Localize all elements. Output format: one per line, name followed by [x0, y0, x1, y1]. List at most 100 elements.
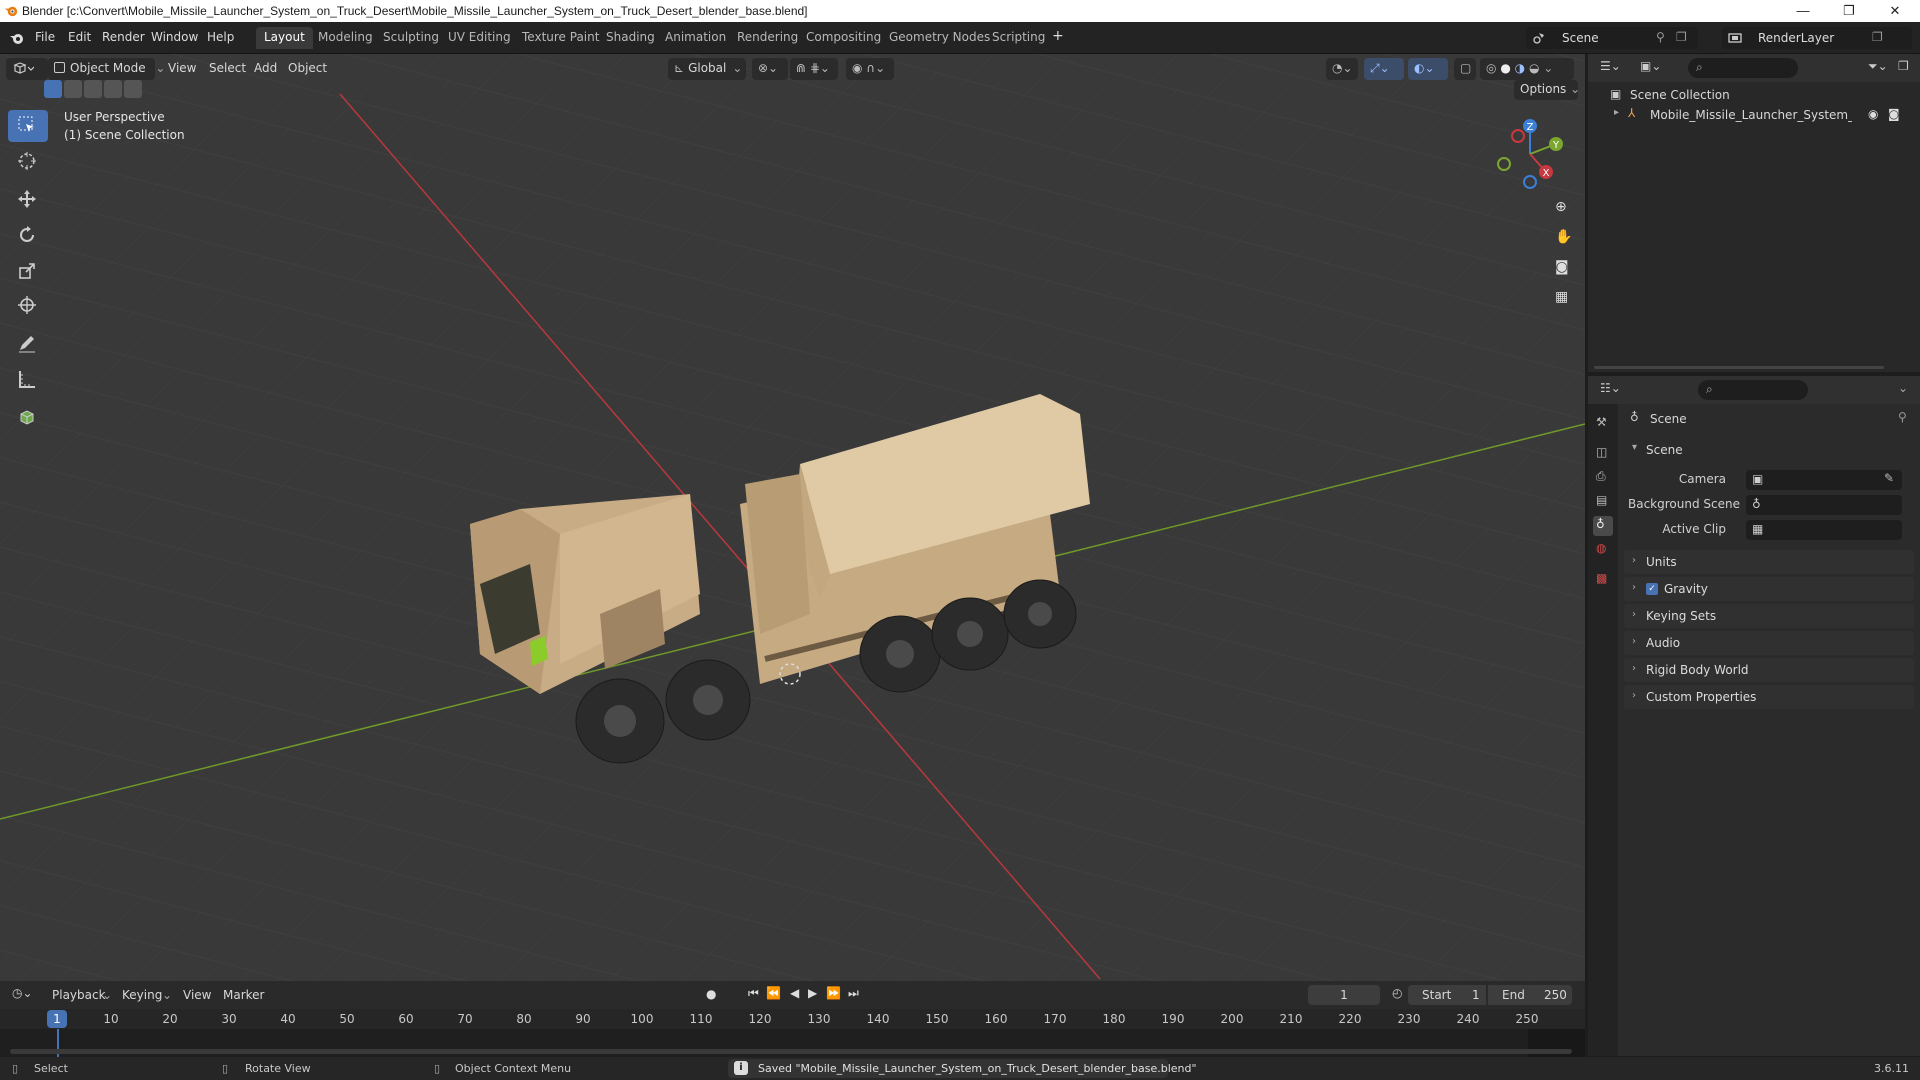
- filter-icon[interactable]: ⏷⌄: [1868, 59, 1888, 74]
- new-collection-icon[interactable]: ❐: [1898, 59, 1909, 73]
- panel-audio[interactable]: › Audio: [1624, 631, 1914, 655]
- chevron-down-icon[interactable]: ⌄: [1898, 381, 1908, 395]
- close-button[interactable]: ✕: [1872, 0, 1918, 22]
- timeline-menu-playback[interactable]: Playback: [52, 988, 106, 1002]
- 3d-viewport[interactable]: Object Mode ⌄ View Select Add Object ⊾ Gl…: [0, 54, 1585, 981]
- panel-scene-header[interactable]: ▾ Scene: [1624, 438, 1914, 462]
- tab-scene[interactable]: ♁: [1593, 516, 1613, 536]
- next-keyframe-icon[interactable]: ⏩: [826, 986, 841, 1000]
- rotate-tool[interactable]: [8, 220, 48, 252]
- camera-view-button[interactable]: ◙: [1548, 254, 1576, 282]
- pin-icon[interactable]: ⚲: [1898, 410, 1907, 424]
- eyedropper-icon[interactable]: ✎: [1884, 471, 1894, 485]
- menu-edit[interactable]: Edit: [68, 30, 91, 44]
- annotate-tool[interactable]: [8, 328, 48, 360]
- menu-help[interactable]: Help: [207, 30, 234, 44]
- object-mode-dropdown[interactable]: Object Mode ⌄: [48, 58, 165, 80]
- select-extend-icon[interactable]: [64, 80, 82, 98]
- play-icon[interactable]: ▶: [808, 986, 817, 1000]
- blender-menu-icon[interactable]: [8, 30, 26, 46]
- select-intersect-icon[interactable]: [124, 80, 142, 98]
- tab-output[interactable]: ⎙: [1593, 468, 1613, 488]
- move-tool[interactable]: [8, 184, 48, 216]
- menu-file[interactable]: File: [35, 30, 55, 44]
- end-frame-field[interactable]: End 250: [1488, 985, 1572, 1005]
- new-scene-icon[interactable]: ❐: [1676, 30, 1687, 44]
- display-mode-icon[interactable]: ▣⌄: [1640, 59, 1661, 73]
- tab-layout[interactable]: Layout: [256, 27, 313, 49]
- tab-uv-editing[interactable]: UV Editing: [440, 27, 519, 49]
- playhead-indicator[interactable]: 1: [47, 1010, 67, 1028]
- active-clip-field[interactable]: ▦: [1746, 520, 1902, 540]
- timeline-scrollbar[interactable]: [10, 1049, 1572, 1054]
- transform-orientation-dropdown[interactable]: ⊾ Global ⌄: [668, 58, 746, 80]
- panel-custom-properties[interactable]: › Custom Properties: [1624, 685, 1914, 709]
- properties-search-input[interactable]: ⌕: [1698, 380, 1808, 400]
- viewport-canvas[interactable]: [0, 54, 1585, 981]
- outliner-row-object[interactable]: ▸ ⅄ Mobile_Missile_Launcher_System_on_Tr…: [1610, 106, 1910, 126]
- panel-rigid-body-world[interactable]: › Rigid Body World: [1624, 658, 1914, 682]
- tab-shading[interactable]: Shading: [598, 27, 663, 49]
- new-view-layer-icon[interactable]: ❐: [1872, 30, 1883, 44]
- start-frame-field[interactable]: Start 1: [1408, 985, 1486, 1005]
- menu-render[interactable]: Render: [102, 30, 145, 44]
- options-dropdown[interactable]: Options ⌄: [1514, 80, 1580, 100]
- tab-modeling[interactable]: Modeling: [310, 27, 381, 49]
- measure-tool[interactable]: [8, 364, 48, 396]
- minimize-button[interactable]: —: [1780, 0, 1826, 22]
- panel-units[interactable]: › Units: [1624, 550, 1914, 574]
- zoom-button[interactable]: ⊕: [1548, 194, 1576, 222]
- tab-view-layer[interactable]: ▤: [1593, 492, 1613, 512]
- gravity-checkbox[interactable]: ✓: [1646, 583, 1658, 595]
- menu-window[interactable]: Window: [151, 30, 198, 44]
- tab-world[interactable]: ◍: [1593, 540, 1613, 560]
- solid-shading-icon[interactable]: ●: [1500, 61, 1510, 75]
- expand-arrow-icon[interactable]: ▸: [1614, 107, 1619, 118]
- select-box-tool[interactable]: [8, 110, 48, 142]
- add-workspace-button[interactable]: +: [1052, 28, 1064, 44]
- gizmo-toggle-button[interactable]: ⤢⌄: [1364, 58, 1404, 80]
- navigation-gizmo[interactable]: Z Y X: [1490, 114, 1570, 194]
- timeline-ruler[interactable]: 1 10 20 30 40 50 60 70 80 90 100 110 120…: [0, 1009, 1585, 1029]
- prev-keyframe-icon[interactable]: ⏪: [766, 986, 781, 1000]
- transform-tool[interactable]: [8, 290, 48, 322]
- jump-end-icon[interactable]: ⏭: [848, 986, 859, 1001]
- visibility-button[interactable]: ◔⌄: [1326, 58, 1358, 80]
- panel-keying-sets[interactable]: › Keying Sets: [1624, 604, 1914, 628]
- wireframe-shading-icon[interactable]: ◎: [1486, 61, 1496, 75]
- tab-scripting[interactable]: Scripting: [984, 27, 1053, 49]
- eye-icon[interactable]: ◉: [1868, 107, 1878, 121]
- tab-geometry-nodes[interactable]: Geometry Nodes: [881, 27, 998, 49]
- viewport-menu-select[interactable]: Select: [209, 61, 246, 75]
- material-shading-icon[interactable]: ◑: [1515, 61, 1525, 75]
- timeline-menu-marker[interactable]: Marker: [223, 988, 264, 1002]
- tab-render[interactable]: ◫: [1593, 444, 1613, 464]
- current-frame-field[interactable]: 1: [1308, 985, 1380, 1005]
- snap-button[interactable]: ⋒ ⋕⌄: [790, 58, 838, 80]
- cursor-tool[interactable]: [8, 146, 48, 178]
- overlay-toggle-button[interactable]: ◐⌄: [1408, 58, 1448, 80]
- properties-editor-icon[interactable]: ☷⌄: [1600, 381, 1621, 395]
- camera-field[interactable]: ▣ ✎: [1746, 470, 1902, 490]
- timeline-menu-view[interactable]: View: [183, 988, 211, 1002]
- editor-type-button[interactable]: [6, 58, 48, 80]
- background-scene-field[interactable]: ♁: [1746, 495, 1902, 515]
- select-subtract-icon[interactable]: [84, 80, 102, 98]
- pivot-point-button[interactable]: ⊗⌄: [752, 58, 788, 80]
- scale-tool[interactable]: [8, 256, 48, 288]
- xray-toggle-button[interactable]: ▢: [1454, 58, 1476, 80]
- viewport-menu-view[interactable]: View: [168, 61, 196, 75]
- timeline-editor-icon[interactable]: ◷⌄: [12, 986, 33, 1000]
- select-new-icon[interactable]: [44, 80, 62, 98]
- tab-rendering[interactable]: Rendering: [729, 27, 806, 49]
- viewport-menu-object[interactable]: Object: [288, 61, 327, 75]
- outliner-row-scene-collection[interactable]: ▣ Scene Collection: [1610, 86, 1910, 106]
- clock-icon[interactable]: ◴: [1392, 986, 1402, 1000]
- timeline-menu-keying[interactable]: Keying: [122, 988, 162, 1002]
- jump-start-icon[interactable]: ⏮: [748, 986, 759, 1001]
- panel-gravity[interactable]: › ✓ Gravity: [1624, 577, 1914, 601]
- projection-toggle-button[interactable]: ▦: [1548, 284, 1576, 312]
- outliner-editor-icon[interactable]: ☰⌄: [1600, 59, 1621, 73]
- tab-texture-paint[interactable]: Texture Paint: [514, 27, 607, 49]
- view-layer-selector[interactable]: RenderLayer ❐: [1722, 27, 1912, 49]
